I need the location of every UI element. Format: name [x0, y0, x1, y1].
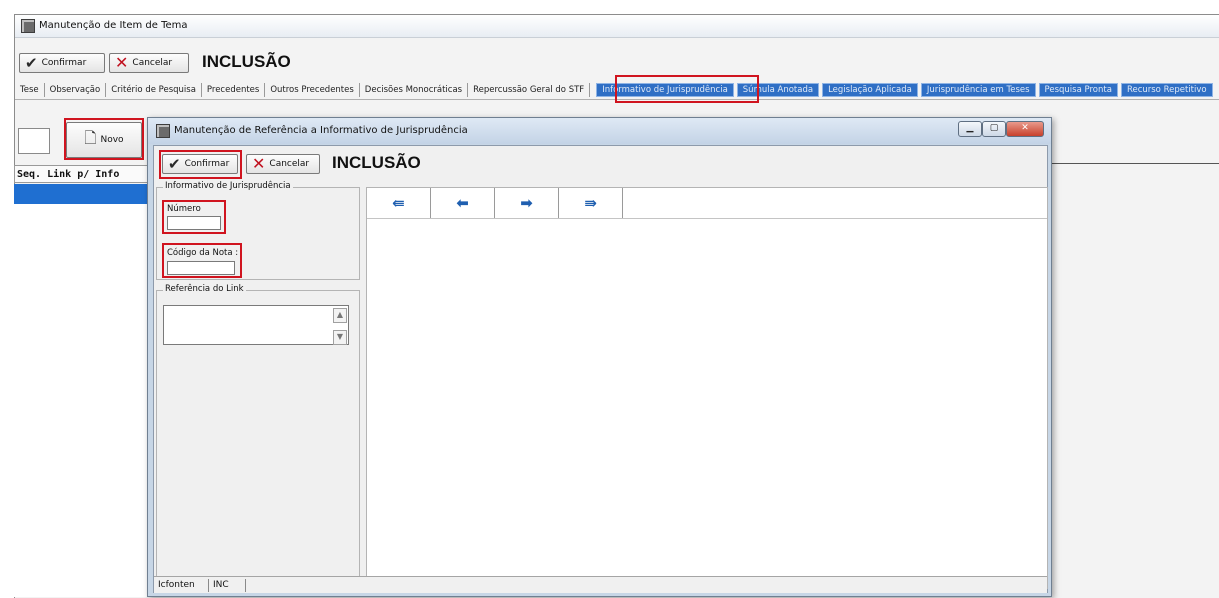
last-record-button[interactable]: ⇛ — [559, 188, 623, 218]
novo-button[interactable]: 🗋 Novo — [66, 122, 142, 158]
tab-repercussao-geral[interactable]: Repercussão Geral do STF — [468, 83, 591, 97]
main-confirm-button[interactable]: ✔ Confirmar — [19, 53, 105, 73]
tab-decisoes-monocraticas[interactable]: Decisões Monocráticas — [360, 83, 469, 97]
main-titlebar[interactable]: Manutenção de Item de Tema — [15, 15, 1219, 38]
status-cell-mode: INC — [209, 578, 246, 592]
tab-sumula-anotada[interactable]: Súmula Anotada — [736, 83, 820, 97]
first-record-button[interactable]: ⇚ — [367, 188, 431, 218]
separator-line — [1050, 163, 1219, 164]
tab-precedentes[interactable]: Precedentes — [202, 83, 266, 97]
novo-label: Novo — [100, 135, 124, 145]
navigation-bar: ⇚ ⬅ ➡ ⇛ — [367, 188, 1047, 219]
dialog-titlebar[interactable]: Manutenção de Referência a Informativo d… — [148, 118, 1051, 144]
tab-pesquisa-pronta[interactable]: Pesquisa Pronta — [1038, 83, 1118, 97]
tab-legislacao-aplicada[interactable]: Legislação Aplicada — [822, 83, 918, 97]
tab-tese[interactable]: Tese — [15, 83, 45, 97]
status-bar: Icfonten INC — [154, 576, 1047, 593]
dialog-cancel-button[interactable]: ✕ Cancelar — [246, 154, 320, 174]
arrow-left-icon: ⬅ — [456, 194, 469, 212]
minimize-button[interactable]: ▁ — [958, 121, 982, 137]
close-icon: ✕ — [252, 154, 266, 173]
informativo-group: Informativo de Jurisprudência Número Cód… — [156, 181, 360, 280]
main-mode-label: INCLUSÃO — [202, 52, 291, 71]
new-document-icon: 🗋 — [84, 128, 97, 147]
tab-informativo-jurisprudencia[interactable]: Informativo de Jurisprudência — [596, 83, 734, 97]
close-window-button[interactable]: ✕ — [1006, 121, 1044, 137]
table-row-selected[interactable] — [14, 184, 148, 204]
dialog-title: Manutenção de Referência a Informativo d… — [174, 125, 468, 136]
list-header: Seq. Link p/ Info — [14, 165, 148, 183]
status-cell-module: Icfonten — [154, 578, 209, 592]
main-cancel-button[interactable]: ✕ Cancelar — [109, 53, 189, 73]
main-cancel-label: Cancelar — [132, 58, 173, 68]
check-icon: ✔ — [168, 154, 181, 173]
codigo-nota-label: Código da Nota : — [167, 248, 239, 258]
record-indicator-box — [18, 128, 50, 154]
dialog-client-area: ✔ Confirmar ✕ Cancelar INCLUSÃO Informat… — [153, 145, 1048, 593]
maximize-icon: ▢ — [989, 123, 999, 133]
previous-record-button[interactable]: ⬅ — [431, 188, 495, 218]
main-window-title: Manutenção de Item de Tema — [39, 20, 188, 31]
referencia-dialog: Manutenção de Referência a Informativo d… — [147, 117, 1052, 597]
tab-jurisprudencia-teses[interactable]: Jurisprudência em Teses — [920, 83, 1036, 97]
dialog-confirm-button[interactable]: ✔ Confirmar — [162, 154, 238, 174]
maximize-button[interactable]: ▢ — [982, 121, 1006, 137]
referencia-group-legend: Referência do Link — [163, 284, 246, 294]
next-record-button[interactable]: ➡ — [495, 188, 559, 218]
dialog-cancel-label: Cancelar — [269, 159, 310, 169]
arrow-right-icon: ➡ — [520, 194, 533, 212]
numero-input[interactable] — [167, 216, 221, 230]
double-arrow-left-icon: ⇚ — [392, 194, 405, 212]
check-icon: ✔ — [25, 53, 38, 72]
tab-observacao[interactable]: Observação — [45, 83, 107, 97]
numero-label: Número — [167, 204, 201, 214]
tab-criterio-pesquisa[interactable]: Critério de Pesquisa — [106, 83, 202, 97]
codigo-nota-input[interactable] — [167, 261, 235, 275]
dialog-app-icon — [156, 124, 170, 138]
scroll-down-icon: ▼ — [336, 332, 344, 341]
list-body — [14, 204, 149, 597]
app-icon — [21, 19, 35, 33]
content-panel: ⇚ ⬅ ➡ ⇛ — [366, 187, 1048, 589]
main-confirm-label: Confirmar — [41, 58, 87, 68]
scroll-up-icon: ▲ — [336, 310, 344, 319]
informativo-group-legend: Informativo de Jurisprudência — [163, 181, 293, 191]
dialog-mode-label: INCLUSÃO — [332, 153, 421, 172]
tab-recurso-repetitivo[interactable]: Recurso Repetitivo — [1120, 83, 1213, 97]
close-window-icon: ✕ — [1021, 123, 1029, 133]
close-icon: ✕ — [115, 53, 129, 72]
minimize-icon: ▁ — [966, 123, 974, 133]
scroll-up-button[interactable]: ▲ — [333, 308, 347, 323]
scroll-down-button[interactable]: ▼ — [333, 330, 347, 345]
tab-outros-precedentes[interactable]: Outros Precedentes — [265, 83, 360, 97]
referencia-group: Referência do Link ▲ ▼ — [156, 284, 360, 586]
tab-strip: Tese Observação Critério de Pesquisa Pre… — [15, 81, 1219, 100]
dialog-confirm-label: Confirmar — [184, 159, 230, 169]
referencia-link-textarea[interactable]: ▲ ▼ — [163, 305, 349, 345]
double-arrow-right-icon: ⇛ — [584, 194, 597, 212]
